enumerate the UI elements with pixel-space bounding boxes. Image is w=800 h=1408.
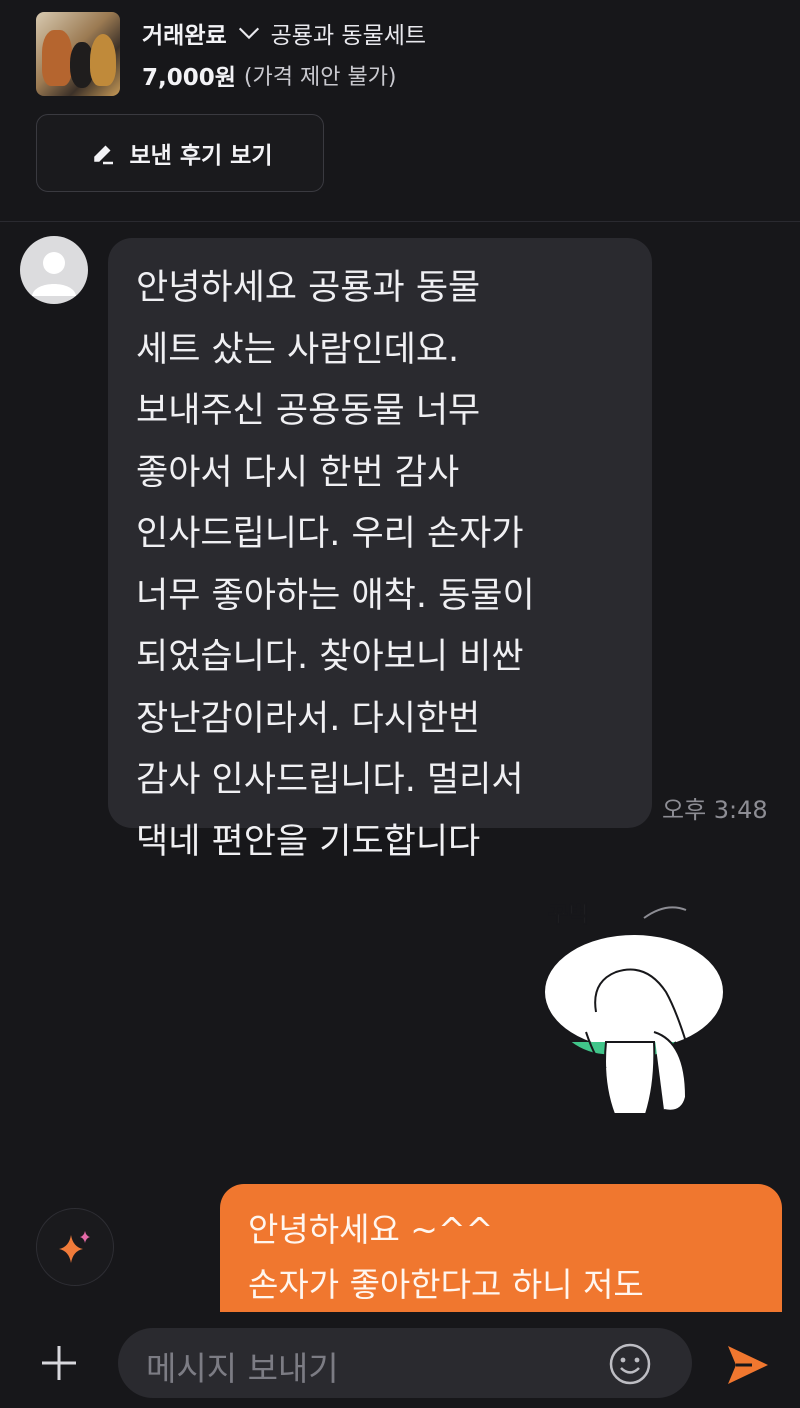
status-row: 거래완료 공룡과 동물세트 <box>142 16 426 50</box>
view-sent-review-button[interactable]: 보낸 후기 보기 <box>36 114 324 192</box>
price-note: (가격 제안 불가) <box>243 65 397 90</box>
review-button-label: 보낸 후기 보기 <box>129 143 273 169</box>
message-line: 안녕하세요 ~^^ <box>248 1210 494 1249</box>
plus-icon[interactable] <box>36 1340 82 1386</box>
message-line: 너무 좋아하는 애착. 동물이 <box>136 575 535 616</box>
avatar[interactable] <box>20 236 88 304</box>
smiley-icon[interactable] <box>606 1340 654 1388</box>
message-input[interactable]: 메시지 보내기 <box>118 1328 692 1398</box>
user-icon <box>32 252 76 296</box>
send-icon[interactable] <box>722 1340 772 1390</box>
bowing-sticker[interactable]: 꾸벅 <box>536 892 726 1132</box>
message-line: 손자가 좋아한다고 하니 저도 <box>248 1265 644 1304</box>
message-line: 되었습니다. 찾아보니 비싼 <box>136 637 524 677</box>
product-price: 7,000원 <box>142 65 236 91</box>
message-line: 댁네 편안을 기도합니다 <box>136 821 481 862</box>
outgoing-message-bubble[interactable]: 안녕하세요 ~^^ 손자가 좋아한다고 하니 저도 <box>220 1184 782 1324</box>
message-input-bar: 메시지 보내기 <box>0 1312 800 1408</box>
pencil-icon <box>93 145 113 165</box>
chevron-down-icon[interactable] <box>235 19 263 47</box>
message-line: 인사드립니다. 우리 손자가 <box>136 514 524 554</box>
message-line: 감사 인사드립니다. 멀리서 <box>136 760 524 800</box>
trade-status-dropdown[interactable]: 거래완료 <box>142 16 227 50</box>
price-row: 7,000원 (가격 제안 불가) <box>142 58 397 92</box>
product-header: 거래완료 공룡과 동물세트 7,000원 (가격 제안 불가) 보낸 후기 보기 <box>0 0 800 222</box>
message-input-placeholder: 메시지 보내기 <box>146 1349 339 1388</box>
message-timestamp: 오후 3:48 <box>662 796 768 824</box>
chat-screen: 거래완료 공룡과 동물세트 7,000원 (가격 제안 불가) 보낸 후기 보기… <box>0 0 800 1408</box>
message-line: 보내주신 공용동물 너무 <box>136 391 481 431</box>
incoming-message-bubble[interactable]: 안녕하세요 공룡과 동물 세트 샀는 사람인데요. 보내주신 공용동물 너무 좋… <box>108 238 652 862</box>
sticker-image: 꾸벅 <box>543 903 725 1115</box>
ai-assist-button[interactable] <box>36 1208 114 1286</box>
product-thumbnail[interactable] <box>36 12 120 96</box>
sparkle-icon <box>59 1231 90 1263</box>
message-line: 좋아서 다시 한번 감사 <box>136 452 460 493</box>
message-line: 세트 샀는 사람인데요. <box>136 329 460 370</box>
message-line: 장난감이라서. 다시한번 <box>136 698 481 739</box>
message-line: 안녕하세요 공룡과 동물 <box>136 268 481 308</box>
sticker-label: 꾸벅 <box>548 903 588 928</box>
product-title: 공룡과 동물세트 <box>270 23 427 49</box>
